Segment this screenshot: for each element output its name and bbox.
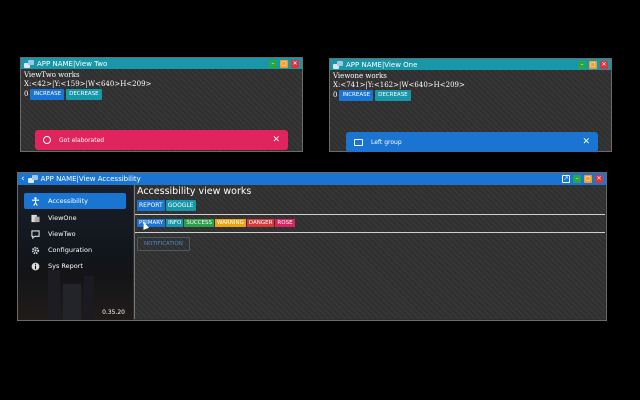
maximize-button[interactable]: ▢ <box>584 175 592 183</box>
divider <box>135 232 605 233</box>
increase-button[interactable]: INCREASE <box>30 89 65 100</box>
chip-info[interactable]: INFO <box>166 219 184 227</box>
sidebar-item-label: ViewTwo <box>48 230 76 238</box>
sidebar-item-sys-report[interactable]: Sys Report <box>24 258 126 274</box>
maximize-button[interactable]: ▢ <box>280 59 288 68</box>
close-button[interactable]: ✕ <box>291 59 299 68</box>
window-view-two-titlebar[interactable]: APP NAME|View Two – ▢ ✕ <box>21 58 302 69</box>
folder-icon <box>31 214 40 223</box>
toast-info-icon <box>43 136 51 144</box>
sidebar-item-label: Sys Report <box>48 262 83 270</box>
toast-close-icon[interactable]: ✕ <box>272 135 280 145</box>
increase-button[interactable]: INCREASE <box>339 90 374 101</box>
toast-monitor-icon <box>354 138 363 146</box>
decrease-button[interactable]: DECREASE <box>66 89 102 100</box>
minimize-button[interactable]: – <box>269 59 277 68</box>
toast-notification: Got elaborated ✕ <box>35 130 288 150</box>
external-link-button[interactable]: ↗ <box>562 175 570 183</box>
main-panel: Accessibility view works REPORT GOOGLE P… <box>134 185 605 319</box>
app-logo-icon <box>24 59 34 68</box>
sidebar-item-label: Configuration <box>48 246 93 254</box>
window-title: APP NAME|View Accessibility <box>40 175 141 183</box>
sidebar-item-configuration[interactable]: Configuration <box>24 242 126 258</box>
accessibility-icon <box>31 196 40 206</box>
maximize-button[interactable]: ▢ <box>589 60 597 69</box>
window-view-one-titlebar[interactable]: APP NAME|View One – ▢ ✕ <box>330 59 611 70</box>
close-button[interactable]: ✕ <box>600 60 608 69</box>
sidebar: Accessibility ViewOne ViewTwo Configurat… <box>18 185 133 320</box>
minimize-button[interactable]: – <box>573 175 581 183</box>
chip-row: PRIMARY INFO SUCCESS WARNING DANGER ROSE <box>137 219 295 227</box>
notification-button[interactable]: NOTIFICATION <box>137 237 190 251</box>
chip-rose[interactable]: ROSE <box>275 219 295 227</box>
window-title: APP NAME|View One <box>346 60 418 69</box>
coordinates-readout: X:<741>|Y:<162>|W<640>H<209> <box>333 80 465 89</box>
version-label: 0.35.20 <box>102 309 125 316</box>
back-chevron-icon[interactable]: ‹ <box>21 174 25 184</box>
view-heading: Viewone works <box>333 72 387 80</box>
decrease-button[interactable]: DECREASE <box>375 90 411 101</box>
close-button[interactable]: ✕ <box>595 175 603 183</box>
toast-close-icon[interactable]: ✕ <box>582 137 590 147</box>
sidebar-item-label: Accessibility <box>48 197 88 205</box>
sidebar-item-label: ViewOne <box>48 214 77 222</box>
window-view-accessibility: ‹ APP NAME|View Accessibility ↗ – ▢ ✕ Ac… <box>17 172 607 321</box>
app-logo-icon <box>27 175 38 183</box>
page-title: Accessibility view works <box>137 186 252 197</box>
divider <box>135 214 605 215</box>
window-title: APP NAME|View Two <box>37 59 108 68</box>
chip-danger[interactable]: DANGER <box>246 219 275 227</box>
window-view-one: APP NAME|View One – ▢ ✕ Viewone works X:… <box>329 58 612 152</box>
gear-icon <box>31 246 40 255</box>
chat-icon <box>31 229 40 239</box>
minimize-button[interactable]: – <box>578 60 586 69</box>
sidebar-item-viewtwo[interactable]: ViewTwo <box>24 226 126 242</box>
report-button[interactable]: REPORT <box>137 200 165 211</box>
sidebar-item-accessibility[interactable]: Accessibility <box>24 193 126 209</box>
google-button[interactable]: GOOGLE <box>165 200 196 211</box>
toast-text: Got elaborated <box>59 136 105 144</box>
window-view-two: APP NAME|View Two – ▢ ✕ ViewTwo works X:… <box>20 57 303 152</box>
counter-value: 0 <box>24 90 29 98</box>
toast-text: Left group <box>371 138 402 146</box>
sidebar-item-viewone[interactable]: ViewOne <box>24 210 126 226</box>
coordinates-readout: X:<42>|Y:<159>|W<640>H<209> <box>24 79 152 88</box>
app-logo-icon <box>333 60 343 69</box>
info-icon <box>31 262 40 271</box>
counter-value: 0 <box>333 91 338 99</box>
toast-notification: Left group ✕ <box>346 132 598 152</box>
main-titlebar[interactable]: ‹ APP NAME|View Accessibility ↗ – ▢ ✕ <box>18 173 606 185</box>
chip-warning[interactable]: WARNING <box>215 219 246 227</box>
view-heading: ViewTwo works <box>24 71 80 79</box>
chip-success[interactable]: SUCCESS <box>184 219 214 227</box>
